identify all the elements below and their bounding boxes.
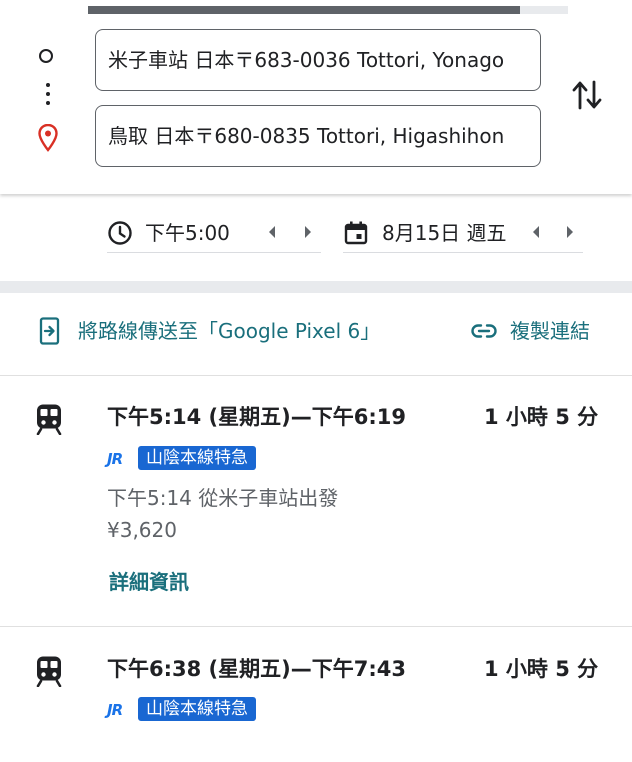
fare: ¥3,620 [107, 518, 177, 542]
send-to-phone-icon[interactable] [39, 317, 61, 345]
line-badge: 山陰本線特急 [138, 697, 256, 721]
clock-icon [108, 221, 132, 245]
previous-date-icon[interactable] [533, 226, 539, 238]
route-duration: 1 小時 5 分 [484, 657, 599, 681]
destination-pin-icon [38, 124, 58, 152]
previous-time-icon[interactable] [269, 226, 275, 238]
departure-info: 下午5:14 從米子車站出發 [107, 486, 339, 510]
swap-icon[interactable] [571, 78, 603, 112]
time-picker[interactable]: 下午5:00 [107, 214, 321, 253]
route-duration: 1 小時 5 分 [484, 405, 599, 429]
copy-link-button[interactable]: 複製連結 [510, 318, 590, 344]
train-icon [36, 404, 62, 435]
destination-input[interactable]: 鳥取 日本〒680-0835 Tottori, Higashihon [95, 105, 541, 167]
link-icon[interactable] [471, 322, 497, 340]
next-date-icon[interactable] [567, 226, 573, 238]
jr-logo: JR [107, 450, 123, 468]
scroll-indicator [88, 0, 568, 14]
send-to-device-button[interactable]: 將路線傳送至「Google Pixel 6」 [78, 318, 380, 344]
train-icon [36, 656, 62, 687]
line-badge: 山陰本線特急 [138, 446, 256, 470]
date-picker[interactable]: 8月15日 週五 [343, 214, 583, 253]
origin-circle-icon [39, 49, 53, 63]
section-divider [0, 281, 632, 293]
time-value: 下午5:00 [145, 221, 230, 245]
route-times: 下午6:38 (星期五)—下午7:43 [107, 657, 406, 681]
jr-logo: JR [107, 701, 123, 719]
calendar-icon [344, 221, 368, 245]
date-value: 8月15日 週五 [382, 221, 507, 245]
route-actions: 將路線傳送至「Google Pixel 6」 複製連結 [0, 293, 632, 376]
route-times: 下午5:14 (星期五)—下午6:19 [107, 405, 406, 429]
directions-header: 米子車站 日本〒683-0036 Tottori, Yonago 鳥取 日本〒6… [0, 0, 632, 194]
origin-input[interactable]: 米子車站 日本〒683-0036 Tottori, Yonago [95, 29, 541, 91]
route-option[interactable]: 下午5:14 (星期五)—下午6:19 1 小時 5 分 JR 山陰本線特急 下… [0, 376, 632, 627]
details-button[interactable]: 詳細資訊 [109, 569, 189, 595]
route-option[interactable]: 下午6:38 (星期五)—下午7:43 1 小時 5 分 JR 山陰本線特急 [0, 627, 632, 762]
vertical-dots-icon [46, 83, 50, 110]
next-time-icon[interactable] [305, 226, 311, 238]
